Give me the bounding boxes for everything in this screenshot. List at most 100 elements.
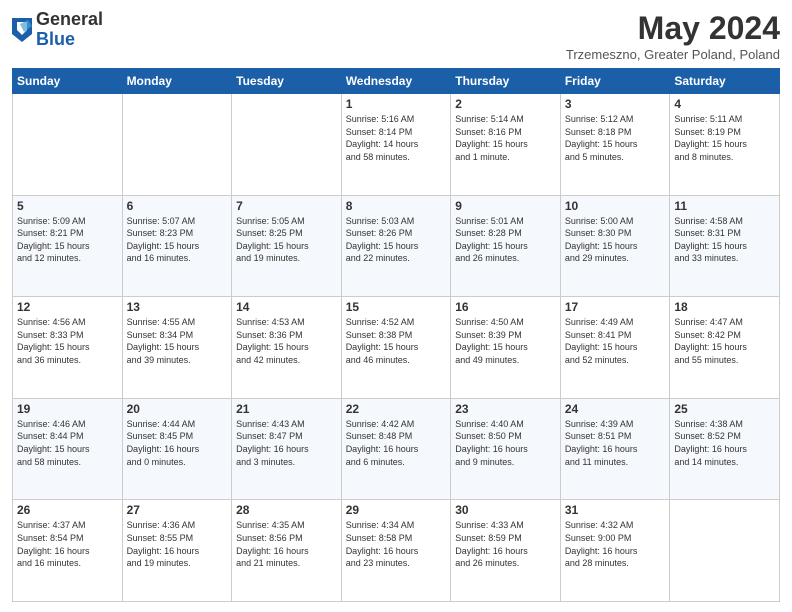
calendar-cell: 18Sunrise: 4:47 AM Sunset: 8:42 PM Dayli… bbox=[670, 297, 780, 399]
day-info: Sunrise: 4:42 AM Sunset: 8:48 PM Dayligh… bbox=[346, 418, 447, 468]
logo-text: General Blue bbox=[36, 10, 103, 50]
day-number: 17 bbox=[565, 300, 666, 314]
day-info: Sunrise: 4:52 AM Sunset: 8:38 PM Dayligh… bbox=[346, 316, 447, 366]
day-info: Sunrise: 4:58 AM Sunset: 8:31 PM Dayligh… bbox=[674, 215, 775, 265]
day-info: Sunrise: 5:05 AM Sunset: 8:25 PM Dayligh… bbox=[236, 215, 337, 265]
day-info: Sunrise: 4:38 AM Sunset: 8:52 PM Dayligh… bbox=[674, 418, 775, 468]
calendar-cell: 16 Sunrise: 4:50 AM Sunset: 8:39 PM Dayli… bbox=[451, 297, 561, 399]
day-info: Sunrise: 4:56 AM Sunset: 8:33 PM Dayligh… bbox=[17, 316, 118, 366]
calendar-cell bbox=[13, 94, 123, 196]
calendar-cell: 4 Sunrise: 5:11 AM Sunset: 8:19 PM Daylig… bbox=[670, 94, 780, 196]
day-number: 28 bbox=[236, 503, 337, 517]
day-number: 26 bbox=[17, 503, 118, 517]
calendar-cell: 29Sunrise: 4:34 AM Sunset: 8:58 PM Dayli… bbox=[341, 500, 451, 602]
day-number: 24 bbox=[565, 402, 666, 416]
day-number: 19 bbox=[17, 402, 118, 416]
header-thursday: Thursday bbox=[451, 69, 561, 94]
day-info: Sunrise: 4:37 AM Sunset: 8:54 PM Dayligh… bbox=[17, 519, 118, 569]
header-sunday: Sunday bbox=[13, 69, 123, 94]
calendar-week-4: 19 Sunrise: 4:46 AM Sunset: 8:44 PM Dayli… bbox=[13, 398, 780, 500]
calendar-cell bbox=[122, 94, 232, 196]
day-info: Sunrise: 5:11 AM Sunset: 8:19 PM Dayligh… bbox=[674, 113, 775, 163]
day-number: 12 bbox=[17, 300, 118, 314]
day-info: Sunrise: 4:44 AM Sunset: 8:45 PM Dayligh… bbox=[127, 418, 228, 468]
day-number: 8 bbox=[346, 199, 447, 213]
calendar-cell: 19 Sunrise: 4:46 AM Sunset: 8:44 PM Dayli… bbox=[13, 398, 123, 500]
day-info: Sunrise: 4:46 AM Sunset: 8:44 PM Dayligh… bbox=[17, 418, 118, 468]
calendar-cell: 25 Sunrise: 4:38 AM Sunset: 8:52 PM Dayli… bbox=[670, 398, 780, 500]
calendar-week-5: 26 Sunrise: 4:37 AM Sunset: 8:54 PM Dayli… bbox=[13, 500, 780, 602]
day-number: 16 bbox=[455, 300, 556, 314]
calendar-cell bbox=[670, 500, 780, 602]
header-monday: Monday bbox=[122, 69, 232, 94]
day-info: Sunrise: 4:53 AM Sunset: 8:36 PM Dayligh… bbox=[236, 316, 337, 366]
day-info: Sunrise: 4:34 AM Sunset: 8:58 PM Dayligh… bbox=[346, 519, 447, 569]
logo-icon bbox=[12, 18, 32, 42]
day-number: 23 bbox=[455, 402, 556, 416]
calendar-cell: 1 Sunrise: 5:16 AM Sunset: 8:14 PM Daylig… bbox=[341, 94, 451, 196]
calendar-cell: 21 Sunrise: 4:43 AM Sunset: 8:47 PM Dayli… bbox=[232, 398, 342, 500]
day-number: 5 bbox=[17, 199, 118, 213]
day-info: Sunrise: 4:36 AM Sunset: 8:55 PM Dayligh… bbox=[127, 519, 228, 569]
calendar-cell: 5 Sunrise: 5:09 AM Sunset: 8:21 PM Daylig… bbox=[13, 195, 123, 297]
calendar-week-2: 5 Sunrise: 5:09 AM Sunset: 8:21 PM Daylig… bbox=[13, 195, 780, 297]
calendar-cell: 28 Sunrise: 4:35 AM Sunset: 8:56 PM Dayli… bbox=[232, 500, 342, 602]
calendar-cell: 20Sunrise: 4:44 AM Sunset: 8:45 PM Dayli… bbox=[122, 398, 232, 500]
calendar-cell bbox=[232, 94, 342, 196]
calendar-cell: 27 Sunrise: 4:36 AM Sunset: 8:55 PM Dayli… bbox=[122, 500, 232, 602]
calendar-header-row: Sunday Monday Tuesday Wednesday Thursday… bbox=[13, 69, 780, 94]
day-info: Sunrise: 5:07 AM Sunset: 8:23 PM Dayligh… bbox=[127, 215, 228, 265]
calendar-cell: 12 Sunrise: 4:56 AM Sunset: 8:33 PM Dayli… bbox=[13, 297, 123, 399]
day-info: Sunrise: 5:09 AM Sunset: 8:21 PM Dayligh… bbox=[17, 215, 118, 265]
calendar-cell: 14 Sunrise: 4:53 AM Sunset: 8:36 PM Dayli… bbox=[232, 297, 342, 399]
day-info: Sunrise: 4:49 AM Sunset: 8:41 PM Dayligh… bbox=[565, 316, 666, 366]
day-info: Sunrise: 4:43 AM Sunset: 8:47 PM Dayligh… bbox=[236, 418, 337, 468]
day-number: 1 bbox=[346, 97, 447, 111]
day-number: 22 bbox=[346, 402, 447, 416]
day-number: 15 bbox=[346, 300, 447, 314]
day-number: 27 bbox=[127, 503, 228, 517]
page: General Blue May 2024 Trzemeszno, Greate… bbox=[0, 0, 792, 612]
header-wednesday: Wednesday bbox=[341, 69, 451, 94]
calendar-cell: 30Sunrise: 4:33 AM Sunset: 8:59 PM Dayli… bbox=[451, 500, 561, 602]
day-number: 10 bbox=[565, 199, 666, 213]
header-saturday: Saturday bbox=[670, 69, 780, 94]
day-info: Sunrise: 4:35 AM Sunset: 8:56 PM Dayligh… bbox=[236, 519, 337, 569]
calendar-cell: 24 Sunrise: 4:39 AM Sunset: 8:51 PM Dayli… bbox=[560, 398, 670, 500]
day-number: 13 bbox=[127, 300, 228, 314]
day-number: 30 bbox=[455, 503, 556, 517]
subtitle: Trzemeszno, Greater Poland, Poland bbox=[566, 47, 780, 62]
calendar-cell: 6Sunrise: 5:07 AM Sunset: 8:23 PM Daylig… bbox=[122, 195, 232, 297]
day-info: Sunrise: 4:47 AM Sunset: 8:42 PM Dayligh… bbox=[674, 316, 775, 366]
calendar-cell: 15 Sunrise: 4:52 AM Sunset: 8:38 PM Dayli… bbox=[341, 297, 451, 399]
calendar-cell: 7Sunrise: 5:05 AM Sunset: 8:25 PM Daylig… bbox=[232, 195, 342, 297]
day-number: 14 bbox=[236, 300, 337, 314]
calendar-cell: 8 Sunrise: 5:03 AM Sunset: 8:26 PM Daylig… bbox=[341, 195, 451, 297]
day-number: 31 bbox=[565, 503, 666, 517]
day-info: Sunrise: 5:03 AM Sunset: 8:26 PM Dayligh… bbox=[346, 215, 447, 265]
calendar-cell: 13Sunrise: 4:55 AM Sunset: 8:34 PM Dayli… bbox=[122, 297, 232, 399]
calendar-cell: 31Sunrise: 4:32 AM Sunset: 9:00 PM Dayli… bbox=[560, 500, 670, 602]
header: General Blue May 2024 Trzemeszno, Greate… bbox=[12, 10, 780, 62]
day-number: 25 bbox=[674, 402, 775, 416]
day-number: 11 bbox=[674, 199, 775, 213]
day-info: Sunrise: 5:12 AM Sunset: 8:18 PM Dayligh… bbox=[565, 113, 666, 163]
day-info: Sunrise: 5:14 AM Sunset: 8:16 PM Dayligh… bbox=[455, 113, 556, 163]
header-tuesday: Tuesday bbox=[232, 69, 342, 94]
day-number: 21 bbox=[236, 402, 337, 416]
calendar-cell: 23Sunrise: 4:40 AM Sunset: 8:50 PM Dayli… bbox=[451, 398, 561, 500]
day-number: 3 bbox=[565, 97, 666, 111]
day-info: Sunrise: 5:16 AM Sunset: 8:14 PM Dayligh… bbox=[346, 113, 447, 163]
logo-blue-text: Blue bbox=[36, 30, 103, 50]
calendar-cell: 26 Sunrise: 4:37 AM Sunset: 8:54 PM Dayli… bbox=[13, 500, 123, 602]
calendar-table: Sunday Monday Tuesday Wednesday Thursday… bbox=[12, 68, 780, 602]
day-number: 4 bbox=[674, 97, 775, 111]
calendar-cell: 9Sunrise: 5:01 AM Sunset: 8:28 PM Daylig… bbox=[451, 195, 561, 297]
header-friday: Friday bbox=[560, 69, 670, 94]
day-info: Sunrise: 5:01 AM Sunset: 8:28 PM Dayligh… bbox=[455, 215, 556, 265]
day-info: Sunrise: 4:50 AM Sunset: 8:39 PM Dayligh… bbox=[455, 316, 556, 366]
day-info: Sunrise: 4:39 AM Sunset: 8:51 PM Dayligh… bbox=[565, 418, 666, 468]
month-title: May 2024 bbox=[566, 10, 780, 47]
calendar-cell: 11 Sunrise: 4:58 AM Sunset: 8:31 PM Dayli… bbox=[670, 195, 780, 297]
calendar-week-1: 1 Sunrise: 5:16 AM Sunset: 8:14 PM Daylig… bbox=[13, 94, 780, 196]
